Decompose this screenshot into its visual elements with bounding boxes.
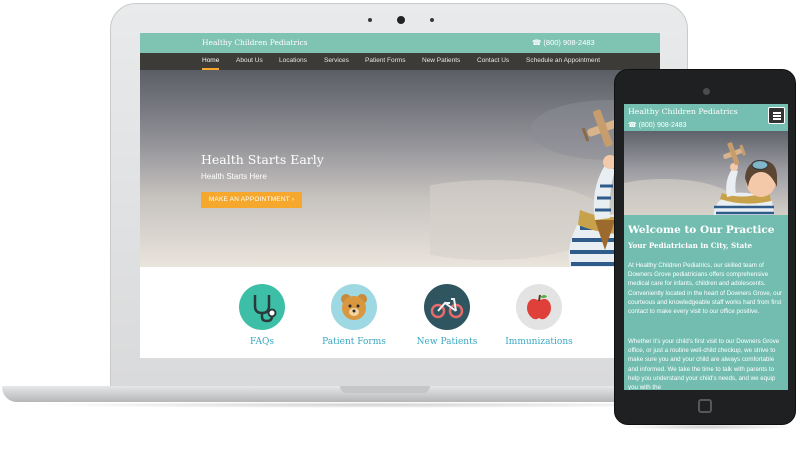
teddy-bear-icon — [331, 284, 377, 330]
phone-home-button[interactable] — [698, 399, 712, 413]
nav-item-locations[interactable]: Locations — [279, 57, 307, 64]
make-appointment-button[interactable]: MAKE AN APPOINTMENT › — [201, 192, 302, 208]
nav-item-schedule-appointment[interactable]: Schedule an Appointment — [526, 57, 600, 64]
laptop-notch — [340, 386, 430, 393]
nav-item-new-patients[interactable]: New Patients — [422, 57, 460, 64]
nav-item-home[interactable]: Home — [202, 57, 220, 70]
laptop-sensor-dot — [430, 18, 434, 22]
tricycle-icon — [424, 284, 470, 330]
mobile-hero-image — [624, 131, 788, 215]
site-phone[interactable]: ☎ (800) 908-2483 — [532, 38, 595, 47]
nav-item-about-us[interactable]: About Us — [236, 57, 263, 64]
feature-label-new-patients[interactable]: New Patients — [402, 337, 492, 347]
feature-faqs[interactable]: FAQs — [217, 284, 307, 347]
feature-label-faqs[interactable]: FAQs — [217, 337, 307, 347]
feature-label-patient-forms[interactable]: Patient Forms — [309, 337, 399, 347]
hero-title: Health Starts Early — [201, 152, 324, 167]
phone-shadow — [620, 424, 795, 430]
mobile-welcome-paragraph-1: At Healthy Children Pediatrics, our skil… — [628, 262, 783, 316]
stethoscope-icon — [239, 284, 285, 330]
mobile-phone[interactable]: ☎ (800) 908-2483 — [628, 121, 687, 129]
nav-item-contact-us[interactable]: Contact Us — [477, 57, 509, 64]
nav-item-patient-forms[interactable]: Patient Forms — [365, 57, 405, 64]
site-brand[interactable]: Healthy Children Pediatrics — [202, 38, 308, 47]
hero-banner: Health Starts Early Health Starts Here M… — [140, 70, 660, 267]
mobile-welcome-subheading: Your Pediatrician in City, State — [628, 241, 753, 250]
phone-camera-icon — [703, 88, 710, 95]
feature-new-patients[interactable]: New Patients — [402, 284, 492, 347]
mobile-brand[interactable]: Healthy Children Pediatrics — [628, 107, 738, 116]
mobile-welcome-heading: Welcome to Our Practice — [628, 224, 775, 236]
nav-item-services[interactable]: Services — [324, 57, 349, 64]
feature-immunizations[interactable]: Immunizations — [494, 284, 584, 347]
hero-subtitle: Health Starts Here — [201, 172, 267, 181]
features-row: FAQs Patient Forms New Patients Immuniza… — [140, 267, 660, 358]
mobile-website: Healthy Children Pediatrics ☎ (800) 908-… — [624, 104, 788, 390]
feature-label-immunizations[interactable]: Immunizations — [494, 337, 584, 347]
mobile-welcome-paragraph-2: Whether it's your child's first visit to… — [628, 338, 780, 390]
laptop-camera-icon — [397, 16, 405, 24]
site-topbar: Healthy Children Pediatrics ☎ (800) 908-… — [140, 33, 660, 53]
apple-icon — [516, 284, 562, 330]
mobile-header: Healthy Children Pediatrics ☎ (800) 908-… — [624, 104, 788, 131]
mobile-welcome-section: Welcome to Our Practice Your Pediatricia… — [624, 215, 788, 390]
feature-patient-forms[interactable]: Patient Forms — [309, 284, 399, 347]
child-with-plane-photo — [624, 142, 777, 215]
desktop-website: Healthy Children Pediatrics ☎ (800) 908-… — [140, 33, 660, 358]
site-nav: Home About Us Locations Services Patient… — [140, 53, 660, 70]
hamburger-menu-icon[interactable] — [768, 107, 785, 124]
laptop-sensor-dot — [368, 18, 372, 22]
